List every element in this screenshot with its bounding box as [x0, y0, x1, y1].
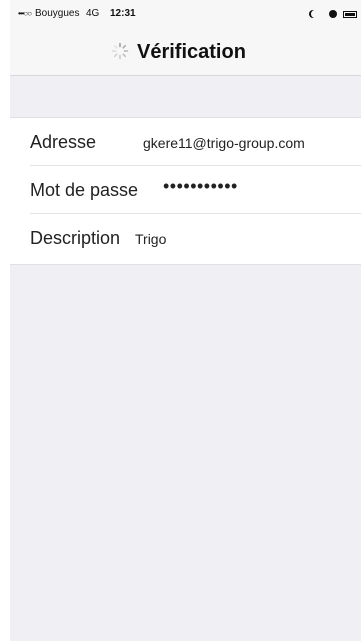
lock-icon [329, 10, 337, 18]
battery-icon [343, 11, 357, 18]
account-form: Adresse gkere11@trigo-group.com Mot de p… [0, 117, 361, 265]
battery-level [345, 13, 355, 16]
password-row[interactable]: Mot de passe ••••••••••• [0, 166, 361, 214]
status-time: 12:31 [110, 8, 136, 19]
carrier-name: Bouygues [35, 8, 80, 19]
description-row[interactable]: Description Trigo [0, 214, 361, 262]
moon-icon [309, 10, 317, 18]
network-type: 4G [86, 8, 100, 19]
navigation-title-area: Vérification [0, 36, 361, 68]
password-label: Mot de passe [30, 180, 139, 200]
description-value[interactable]: Trigo [135, 231, 166, 247]
status-bar: •••○○ Bouygues 4G 12:31 [18, 6, 361, 22]
address-value[interactable]: gkere11@trigo-group.com [143, 135, 305, 151]
password-value[interactable]: ••••••••••• [163, 177, 238, 195]
top-bar: •••○○ Bouygues 4G 12:31 Vérification [0, 0, 361, 76]
page-title: Vérification [137, 41, 246, 63]
left-white-margin [0, 0, 10, 641]
description-label: Description [30, 228, 121, 248]
status-icons [309, 6, 361, 22]
spinner-icon [111, 42, 129, 60]
mail-account-verification-screen: •••○○ Bouygues 4G 12:31 Vérification Adr… [0, 0, 361, 641]
address-label: Adresse [30, 132, 97, 152]
signal-strength: •••○○ [18, 9, 32, 18]
address-row[interactable]: Adresse gkere11@trigo-group.com [0, 118, 361, 166]
